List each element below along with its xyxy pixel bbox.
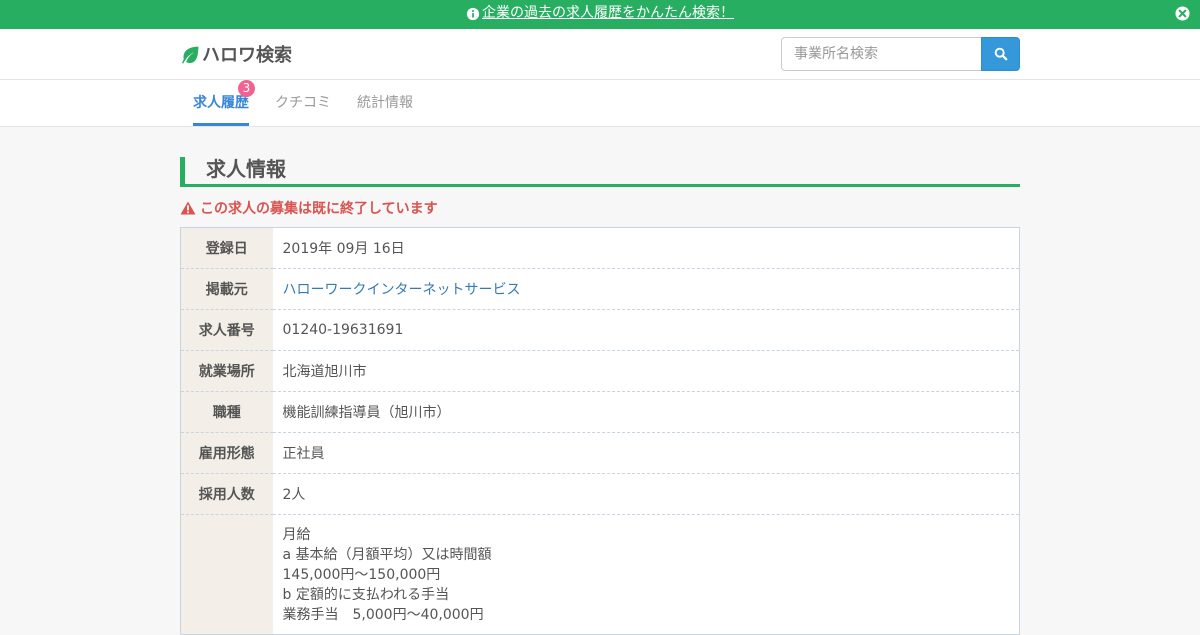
salary-line: b 定額的に支払われる手当 xyxy=(282,587,450,603)
row-label xyxy=(180,514,273,635)
close-circle-icon[interactable] xyxy=(1175,6,1190,21)
table-row: 掲載元 ハローワークインターネットサービス xyxy=(180,268,1020,310)
row-value: ハローワークインターネットサービス xyxy=(272,268,1020,310)
top-notice-bar: 企業の過去の求人履歴をかんたん検索！ xyxy=(0,0,1200,29)
table-row-salary: 月給 a 基本給（月額平均）又は時間額 145,000円～150,000円 b … xyxy=(180,514,1020,635)
table-row: 雇用形態 正社員 xyxy=(180,432,1020,474)
notice-link[interactable]: 企業の過去の求人履歴をかんたん検索！ xyxy=(482,0,734,27)
tab-bar: 求人履歴 クチコミ 統計情報 xyxy=(0,80,1200,127)
salary-line: 業務手当 5,000円～40,000円 xyxy=(282,607,484,623)
logo[interactable]: ハロワ検索 xyxy=(180,41,292,67)
row-value: 北海道旭川市 xyxy=(272,350,1020,392)
leaf-icon xyxy=(181,46,199,64)
page-title: 求人情報 xyxy=(180,157,1020,187)
row-label: 職種 xyxy=(180,391,273,433)
salary-line: 月給 xyxy=(282,527,311,543)
row-label: 採用人数 xyxy=(180,473,273,515)
table-row: 就業場所 北海道旭川市 xyxy=(180,350,1020,392)
row-label: 就業場所 xyxy=(180,350,273,392)
row-value: 正社員 xyxy=(272,432,1020,474)
row-value: 機能訓練指導員（旭川市） xyxy=(272,391,1020,433)
info-circle-icon xyxy=(466,7,480,20)
table-row: 登録日 2019年 09月 16日 xyxy=(180,227,1020,269)
row-label: 雇用形態 xyxy=(180,432,273,474)
search-input[interactable] xyxy=(781,37,981,71)
site-header: ハロワ検索 xyxy=(0,29,1200,80)
row-value: 01240-19631691 xyxy=(272,309,1020,351)
row-label: 掲載元 xyxy=(180,268,273,310)
salary-line: 145,000円～150,000円 xyxy=(282,567,441,583)
closed-alert: この求人の募集は既に終了しています xyxy=(180,198,438,218)
salary-value: 月給 a 基本給（月額平均）又は時間額 145,000円～150,000円 b … xyxy=(272,514,1020,635)
logo-text: ハロワ検索 xyxy=(202,45,292,66)
search-button[interactable] xyxy=(981,37,1020,71)
search-form xyxy=(781,37,1020,71)
source-link[interactable]: ハローワークインターネットサービス xyxy=(283,282,521,298)
tab-reviews[interactable]: クチコミ xyxy=(275,80,331,126)
warning-triangle-icon xyxy=(180,201,196,215)
row-label: 登録日 xyxy=(180,227,273,269)
row-value: 2人 xyxy=(272,473,1020,515)
table-row: 職種 機能訓練指導員（旭川市） xyxy=(180,391,1020,433)
notice: 企業の過去の求人履歴をかんたん検索！ xyxy=(466,0,734,27)
job-info-table: 登録日 2019年 09月 16日 掲載元 ハローワークインターネットサービス … xyxy=(180,227,1020,635)
row-value: 2019年 09月 16日 xyxy=(272,227,1020,269)
table-row: 求人番号 01240-19631691 xyxy=(180,309,1020,351)
tab-statistics[interactable]: 統計情報 xyxy=(357,80,413,126)
table-row: 採用人数 2人 xyxy=(180,473,1020,515)
count-badge: 3 xyxy=(238,80,255,97)
salary-line: a 基本給（月額平均）又は時間額 xyxy=(282,547,492,563)
search-icon xyxy=(994,47,1007,61)
alert-text: この求人の募集は既に終了しています xyxy=(200,201,438,217)
row-label: 求人番号 xyxy=(180,309,273,351)
